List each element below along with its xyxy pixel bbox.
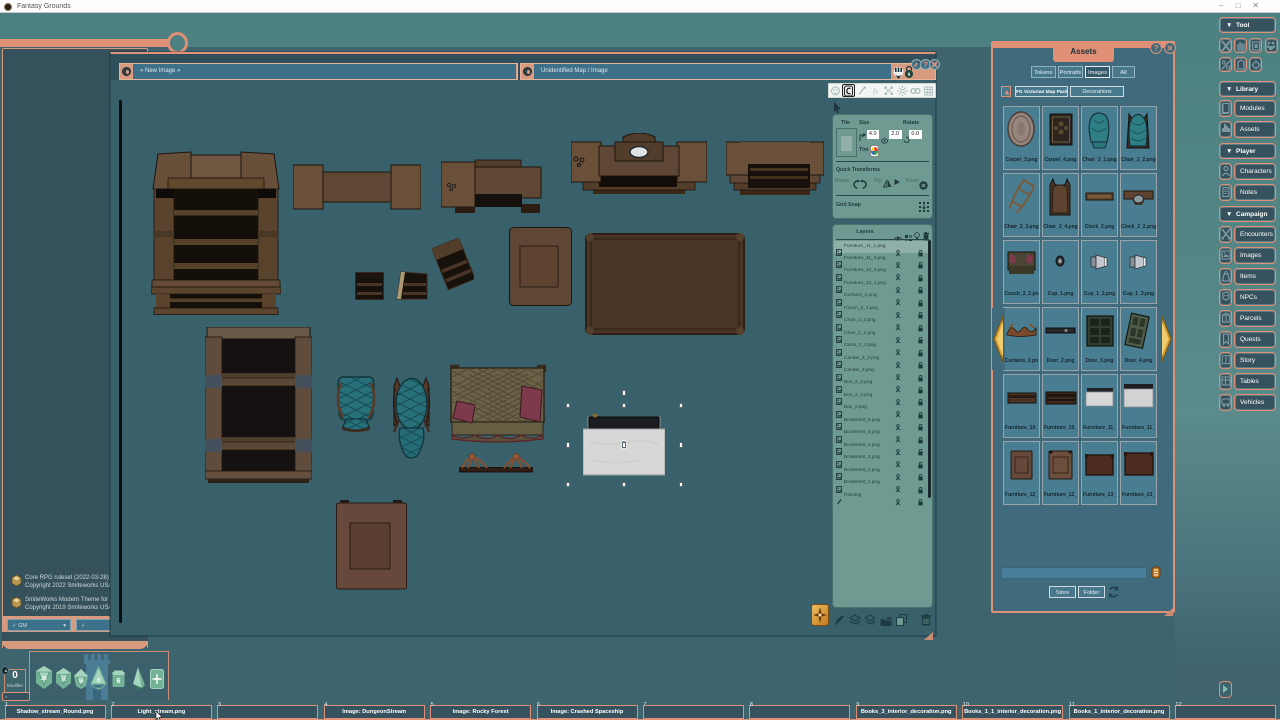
svg-text:x: x: [871, 621, 875, 626]
svg-text:10: 10: [78, 679, 84, 684]
svg-text:a: a: [857, 621, 860, 626]
svg-text:8: 8: [97, 678, 100, 684]
svg-text:?: ?: [923, 59, 928, 69]
svg-text:fx: fx: [873, 88, 879, 96]
svg-text:12: 12: [61, 677, 67, 682]
svg-text:6: 6: [117, 678, 121, 685]
svg-text:20: 20: [41, 676, 47, 682]
